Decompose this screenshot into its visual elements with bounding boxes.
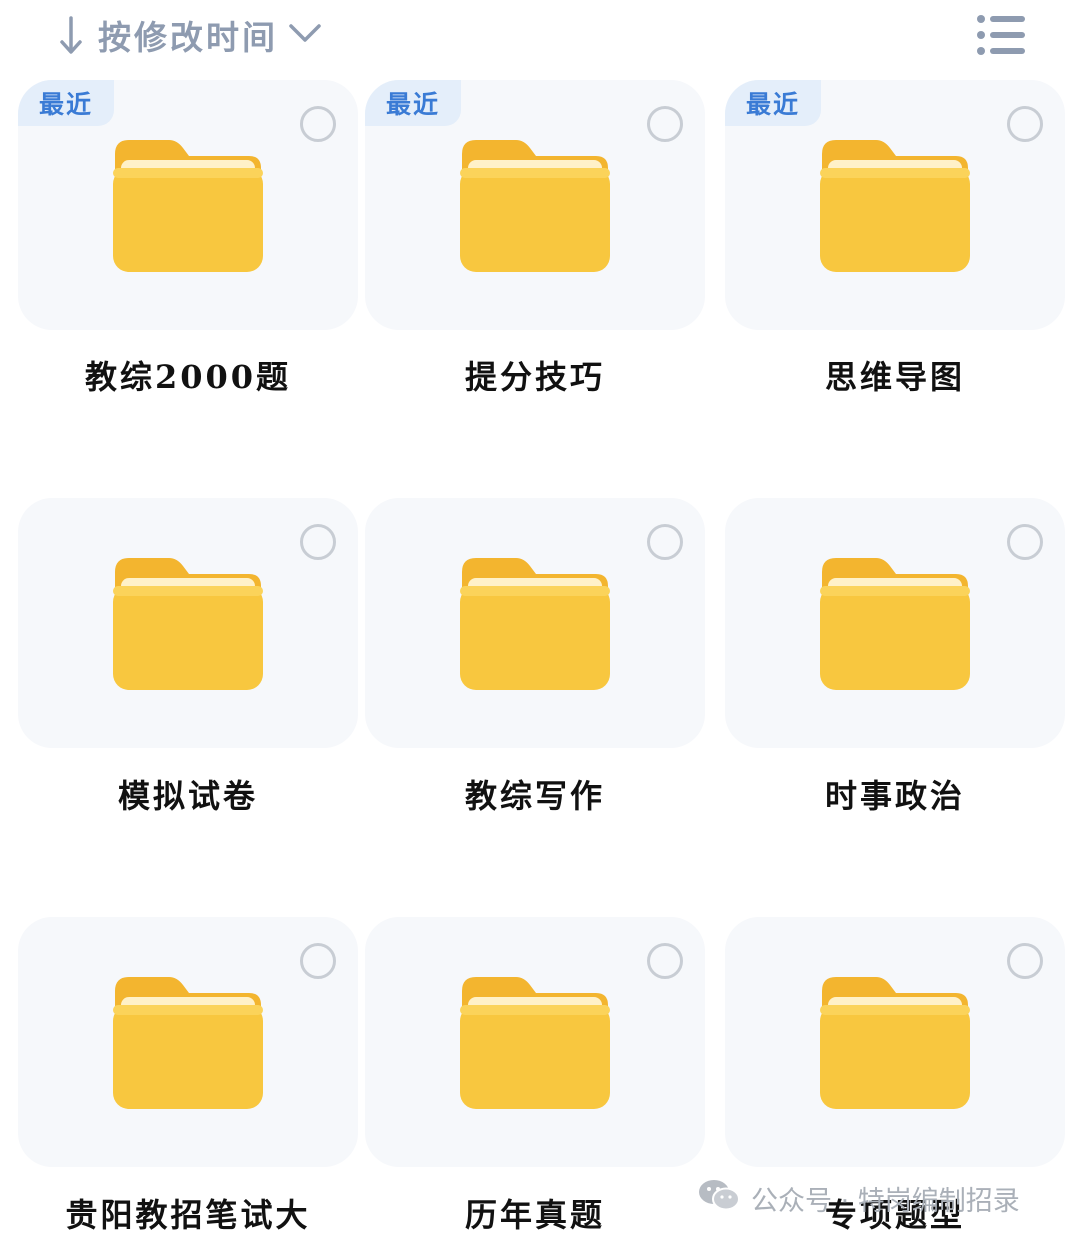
recent-badge: 最近 (725, 80, 821, 126)
select-checkbox[interactable] (300, 106, 336, 142)
watermark: 公众号 · 特岗编制招录 (697, 1176, 1020, 1220)
folder-icon (113, 140, 263, 272)
folder-card[interactable] (365, 917, 705, 1167)
folder-card[interactable] (18, 917, 358, 1167)
folder-icon (113, 977, 263, 1109)
folder-icon (820, 558, 970, 690)
arrow-down-icon (58, 15, 84, 55)
toolbar: 按修改时间 (0, 0, 1080, 72)
folder-icon (460, 558, 610, 690)
chevron-down-icon (288, 21, 322, 49)
list-view-icon[interactable] (975, 12, 1027, 58)
folder-name[interactable]: 历年真题 (355, 1190, 715, 1236)
folder-name[interactable]: 教综2000题 (8, 352, 368, 398)
folder-icon (820, 140, 970, 272)
sort-button[interactable]: 按修改时间 (58, 10, 322, 60)
wechat-icon (697, 1177, 741, 1220)
recent-badge: 最近 (18, 80, 114, 126)
select-checkbox[interactable] (647, 524, 683, 560)
folder-name[interactable]: 时事政治 (715, 771, 1075, 817)
select-checkbox[interactable] (1007, 106, 1043, 142)
select-checkbox[interactable] (1007, 943, 1043, 979)
folder-name[interactable]: 模拟试卷 (8, 771, 368, 817)
sort-label: 按修改时间 (98, 18, 278, 57)
folder-name[interactable]: 贵阳教招笔试大 (8, 1190, 368, 1236)
folder-name[interactable]: 教综写作 (355, 771, 715, 817)
folder-name[interactable]: 思维导图 (715, 352, 1075, 398)
folder-card[interactable] (725, 917, 1065, 1167)
folder-card[interactable]: 最近 (18, 80, 358, 330)
select-checkbox[interactable] (1007, 524, 1043, 560)
select-checkbox[interactable] (647, 106, 683, 142)
watermark-text: 公众号 · 特岗编制招录 (751, 1185, 1020, 1217)
folder-icon (820, 977, 970, 1109)
folder-card[interactable]: 最近 (365, 80, 705, 330)
select-checkbox[interactable] (647, 943, 683, 979)
folder-icon (460, 977, 610, 1109)
recent-badge: 最近 (365, 80, 461, 126)
folder-icon (113, 558, 263, 690)
select-checkbox[interactable] (300, 943, 336, 979)
select-checkbox[interactable] (300, 524, 336, 560)
folder-icon (460, 140, 610, 272)
folder-card[interactable] (725, 498, 1065, 748)
folder-card[interactable]: 最近 (725, 80, 1065, 330)
folder-name[interactable]: 提分技巧 (355, 352, 715, 398)
folder-card[interactable] (365, 498, 705, 748)
folder-card[interactable] (18, 498, 358, 748)
